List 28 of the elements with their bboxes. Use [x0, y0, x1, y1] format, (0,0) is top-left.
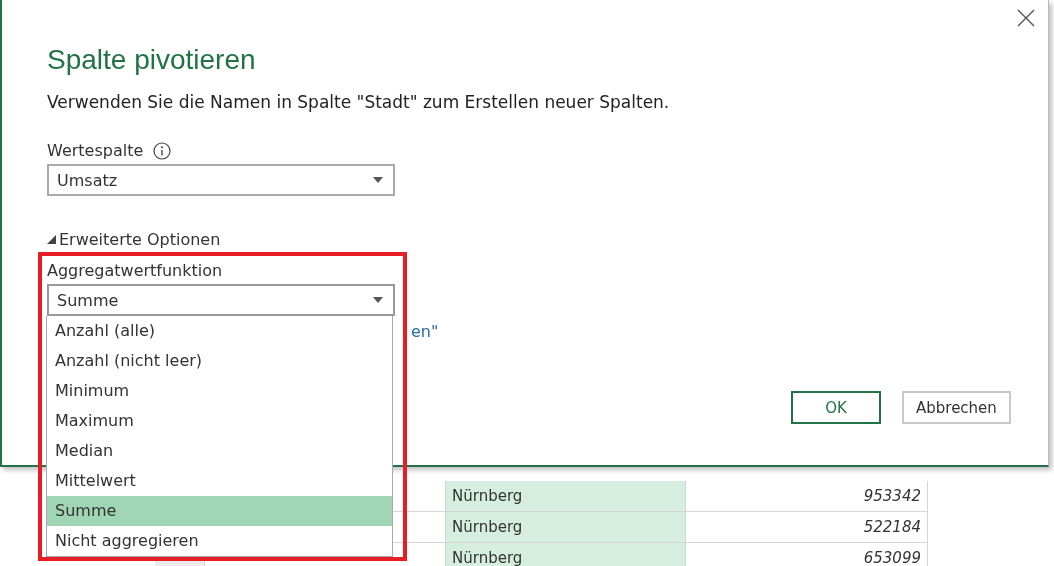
dropdown-field[interactable]: Umsatz [47, 164, 395, 196]
caret-icon [373, 177, 383, 183]
table-cell: 953342 [686, 481, 928, 512]
info-icon[interactable] [153, 141, 172, 160]
dropdown-option[interactable]: Anzahl (alle) [47, 316, 392, 346]
dropdown-option[interactable]: Nicht aggregieren [47, 526, 392, 556]
description-text: Verwenden Sie die Namen in Spalte "Stadt" zum Erstellen neuer Spalten. [47, 92, 670, 112]
help-link[interactable]: en" [411, 322, 439, 341]
dropdown-option[interactable]: Anzahl (nicht leer) [47, 346, 392, 376]
cancel-button[interactable]: Abbrechen [902, 391, 1011, 424]
dropdown-option[interactable]: Summe [47, 496, 392, 526]
table-cell: Nürnberg [446, 512, 686, 543]
dropdown-option[interactable]: Mittelwert [47, 466, 392, 496]
dropdown-option[interactable]: Median [47, 436, 392, 466]
table-cell: 522184 [686, 512, 928, 543]
field-label: Wertespalte [47, 141, 144, 160]
expander-toggle[interactable]: Erweiterte Optionen [47, 230, 221, 249]
ok-button[interactable]: OK [791, 391, 881, 424]
close-icon[interactable] [1017, 9, 1035, 27]
table-cell: 653099 [686, 543, 928, 566]
dialog-title: Spalte pivotieren [47, 44, 256, 76]
field-label: Aggregatwertfunktion [47, 261, 223, 280]
dropdown-field[interactable]: Summe [47, 284, 395, 316]
caret-icon [373, 297, 383, 303]
dropdown-option[interactable]: Minimum [47, 376, 392, 406]
dropdown-option[interactable]: Maximum [47, 406, 392, 436]
table-cell: Nürnberg [446, 543, 686, 566]
table-cell: Nürnberg [446, 481, 686, 512]
